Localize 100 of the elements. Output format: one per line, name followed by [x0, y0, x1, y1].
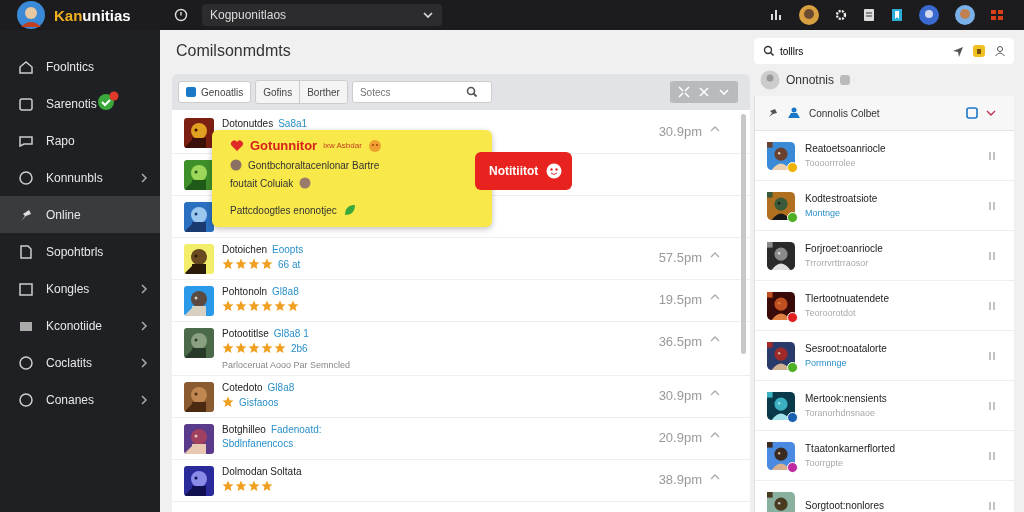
sidebar-item[interactable]: Coclatits [0, 344, 160, 381]
notification-bubble[interactable]: Notitiitot [475, 152, 573, 190]
game-title: Dotonutdes [222, 118, 274, 129]
star-icon [287, 300, 299, 312]
friend-item[interactable]: Mertook:nensients Toranorhdnsnaoe [755, 381, 1014, 431]
sidebar-item[interactable]: Rapo [0, 122, 160, 159]
circle-icon [18, 391, 34, 408]
sidebar-item[interactable]: Online [0, 196, 160, 233]
sidebar-item[interactable]: Kongles [0, 270, 160, 307]
tooltip-title: Gotunnitor [250, 138, 318, 153]
caret-icon[interactable] [710, 294, 720, 300]
friend-item[interactable]: Reatoetsoanriocle Toooorrrolee [755, 131, 1014, 181]
app-logo: Kanunitias [54, 6, 131, 24]
friend-status: Toorrgpte [805, 458, 845, 468]
document-icon[interactable] [862, 8, 876, 22]
pause-icon[interactable] [988, 250, 996, 261]
game-tag: Fadenoatd: [270, 424, 322, 435]
star-icon [261, 258, 273, 270]
star-icon [235, 300, 247, 312]
friend-name: Forjroet:oanriocle [805, 243, 884, 254]
pause-icon[interactable] [988, 500, 996, 511]
sidebar-item[interactable]: Sarenotis [0, 85, 160, 122]
caret-icon[interactable] [710, 126, 720, 132]
segment-button[interactable]: Gofins [256, 81, 301, 103]
caret-icon[interactable] [710, 390, 720, 396]
play-time: 20.9pm [658, 430, 702, 445]
friend-name: Ttaatonkarnerflorted [805, 443, 897, 454]
filter-chip[interactable]: Genoatlis [178, 81, 252, 103]
pause-icon[interactable] [988, 200, 996, 211]
friend-status: Pormnnge [805, 358, 848, 368]
sidebar-item[interactable]: Kconotiide [0, 307, 160, 344]
game-tag: Gl8a8 1 [273, 328, 309, 339]
heart-icon [230, 138, 244, 153]
friends-title: Connolis Colbet [809, 107, 880, 119]
game-title: Botghilleo [222, 424, 266, 435]
game-tag: Sa8a1 [278, 118, 308, 129]
game-tag: Eoopts [272, 244, 304, 255]
search-icon[interactable] [465, 86, 478, 98]
star-icon [222, 480, 234, 492]
friend-item[interactable]: Tlertootnuatendete Teoroorotdot [755, 281, 1014, 331]
avatar-icon[interactable] [16, 0, 46, 30]
friend-item[interactable]: Ttaatonkarnerflorted Toorrgpte [755, 431, 1014, 481]
house-icon [18, 58, 34, 75]
search-field[interactable]: Sotecs [351, 81, 492, 103]
scrollbar[interactable] [741, 114, 746, 354]
user-icon[interactable] [994, 45, 1006, 57]
collapse-icon[interactable] [698, 86, 710, 98]
friend-name: Mertook:nensients [805, 393, 888, 404]
game-stat: 66 at [278, 258, 301, 270]
top-dropdown[interactable]: Kogpuonitlaos [202, 4, 442, 26]
star-icon [222, 258, 234, 270]
caret-icon[interactable] [710, 474, 720, 480]
bookmark-icon[interactable] [890, 8, 904, 22]
grid-icon[interactable] [990, 8, 1004, 22]
expand-icon[interactable] [678, 86, 690, 98]
star-icon [248, 258, 260, 270]
pause-icon[interactable] [988, 450, 996, 461]
play-time: 30.9pm [658, 124, 702, 139]
pause-icon[interactable] [988, 400, 996, 411]
sidebar-item[interactable]: Conanes [0, 381, 160, 418]
star-icon [222, 342, 234, 354]
play-time: 36.5pm [658, 334, 702, 349]
segment-button[interactable]: Borther [300, 81, 347, 103]
game-title: Cotedoto [222, 382, 263, 393]
caret-icon[interactable] [710, 432, 720, 438]
play-time: 30.9pm [658, 388, 702, 403]
friend-item[interactable]: Kodtestroatsiote Montnge [755, 181, 1014, 231]
game-title: Potootitlse [222, 328, 269, 339]
chevron-down-icon[interactable] [986, 109, 996, 117]
settings-icon[interactable] [834, 8, 848, 22]
game-stat: Sbdlnfanencocs [222, 438, 294, 449]
friend-item[interactable]: Sesroot:noatalorte Pormnnge [755, 331, 1014, 381]
pause-icon[interactable] [988, 350, 996, 361]
friend-status: Teoroorotdot [805, 308, 857, 318]
friend-status: Trrorrvrttrraosor [805, 258, 870, 268]
pause-icon[interactable] [988, 150, 996, 161]
caret-icon[interactable] [710, 336, 720, 342]
friend-item[interactable]: Forjroet:oanriocle Trrorrvrttrraosor [755, 231, 1014, 281]
avatar-icon[interactable] [798, 4, 820, 26]
star-icon [261, 480, 273, 492]
friend-item[interactable]: Sorgtoot:nonlores [755, 481, 1014, 512]
game-tag: Gl8a8 [267, 382, 295, 393]
circle-icon [18, 354, 34, 371]
chevron-down-icon [422, 11, 434, 19]
clock-icon[interactable] [174, 8, 188, 22]
friend-status: Montnge [805, 208, 842, 218]
chart-icon[interactable] [770, 8, 784, 22]
caret-icon[interactable] [710, 252, 720, 258]
sidebar-item[interactable]: Foolntics [0, 48, 160, 85]
box-icon [18, 95, 34, 112]
avatar-icon[interactable] [918, 4, 940, 26]
sidebar-item[interactable]: Konnunbls [0, 159, 160, 196]
game-title: Dolmodan Soltata [222, 466, 302, 477]
pause-icon[interactable] [988, 300, 996, 311]
game-tag: Gl8a8 [272, 286, 299, 297]
lock-icon[interactable] [972, 44, 986, 58]
smiley-icon [546, 163, 563, 179]
sidebar-item[interactable]: Sopohtbrls [0, 233, 160, 270]
search-field[interactable]: tolllrs [754, 38, 1014, 64]
avatar-icon[interactable] [954, 4, 976, 26]
